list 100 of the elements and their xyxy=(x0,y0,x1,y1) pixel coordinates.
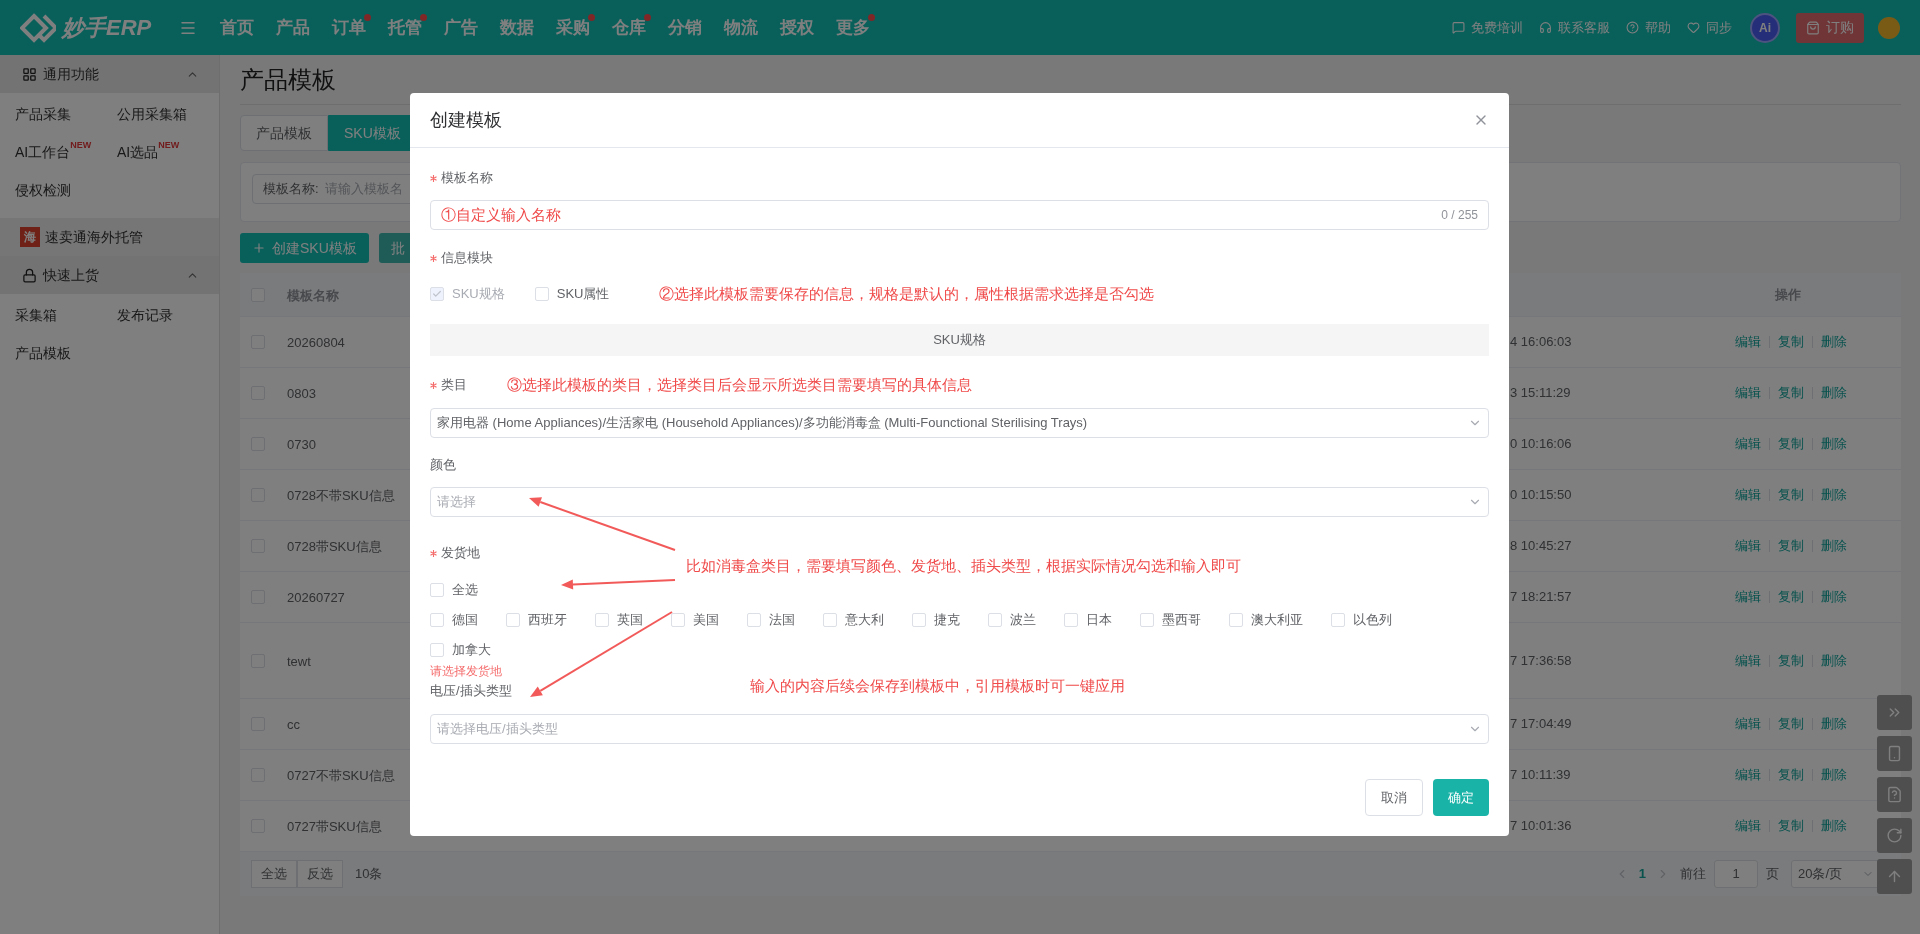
nav-item[interactable]: 分销 xyxy=(668,17,703,37)
nav-item[interactable]: 授权 xyxy=(780,17,815,37)
nav-item[interactable]: 产品 xyxy=(276,17,311,37)
sidebar-item[interactable]: 产品模板 xyxy=(15,342,71,364)
checkbox[interactable] xyxy=(430,643,444,657)
select-value: 家用电器 (Home Appliances)/生活家电 (Household Appliances)/多功能消毒盒 (Multi-Founctional Sterilising Trays) xyxy=(437,414,1088,433)
header-link[interactable]: 联系客服 xyxy=(1558,17,1610,38)
table-link[interactable]: 删除 xyxy=(1821,765,1847,785)
table-link[interactable]: 复制 xyxy=(1778,587,1804,607)
sidebar-section-header[interactable]: 快速上货 xyxy=(0,256,219,294)
side-tool-button[interactable] xyxy=(1877,859,1912,894)
header-link[interactable]: 免费培训 xyxy=(1471,17,1523,38)
table-link[interactable]: 复制 xyxy=(1778,485,1804,505)
nav-item[interactable]: 首页 xyxy=(220,17,255,37)
logo-icon xyxy=(20,12,56,43)
order-button[interactable]: 订购 xyxy=(1796,12,1864,43)
checkbox[interactable] xyxy=(747,613,761,627)
select-field[interactable]: 请选择 xyxy=(430,487,1489,517)
table-cell: 0727不带SKU信息 xyxy=(287,768,395,783)
checkbox[interactable] xyxy=(1140,613,1154,627)
checkbox[interactable] xyxy=(1229,613,1243,627)
checkbox[interactable] xyxy=(912,613,926,627)
nav-item[interactable]: 仓库 xyxy=(612,17,647,37)
template-name-input[interactable]: ①自定义输入名称 0 / 255 xyxy=(430,200,1489,230)
user-avatar[interactable] xyxy=(1878,16,1900,39)
table-link[interactable]: 复制 xyxy=(1778,434,1804,454)
checkbox[interactable] xyxy=(595,613,609,627)
sidebar-item[interactable]: AI工作台 xyxy=(15,141,71,163)
table-cell: 0727带SKU信息 xyxy=(287,819,382,834)
char-counter: 0 / 255 xyxy=(1441,207,1478,224)
checkbox[interactable] xyxy=(506,613,520,627)
side-tool-button[interactable] xyxy=(1877,736,1912,771)
help-icon xyxy=(1626,21,1639,34)
dialog-button[interactable]: 确定 xyxy=(1433,779,1489,816)
action-button[interactable]: 创建SKU模板 xyxy=(240,233,369,263)
sidebar-item[interactable]: 发布记录 xyxy=(117,304,173,326)
table-link[interactable]: 删除 xyxy=(1821,434,1847,454)
nav-item[interactable]: 订单 xyxy=(332,17,367,37)
table-link[interactable]: 删除 xyxy=(1821,485,1847,505)
footer-button[interactable]: 全选 xyxy=(251,860,297,888)
sidebar-item[interactable]: 侵权检测 xyxy=(15,179,71,201)
nav-item[interactable]: 采购 xyxy=(556,17,591,37)
table-link[interactable]: 删除 xyxy=(1821,587,1847,607)
checkbox[interactable] xyxy=(823,613,837,627)
table-link[interactable]: 编辑 xyxy=(1735,383,1761,403)
table-link[interactable]: 复制 xyxy=(1778,714,1804,734)
nav-item[interactable]: 广告 xyxy=(444,17,479,37)
sidebar-item[interactable]: 公用采集箱 xyxy=(117,103,187,125)
table-cell-text: 0 10:16:06 xyxy=(1510,435,1573,454)
header-link[interactable]: 同步 xyxy=(1706,17,1732,38)
table-link[interactable]: 复制 xyxy=(1778,332,1804,352)
checkbox[interactable] xyxy=(430,583,444,597)
table-link[interactable]: 复制 xyxy=(1778,816,1804,836)
select-field[interactable]: 家用电器 (Home Appliances)/生活家电 (Household Appliances)/多功能消毒盒 (Multi-Founctional Sterilising Trays) xyxy=(430,408,1489,438)
goto-input[interactable]: 1 xyxy=(1714,860,1758,888)
ai-badge[interactable]: Ai xyxy=(1750,12,1780,43)
table-link[interactable]: 删除 xyxy=(1821,332,1847,352)
table-link[interactable]: 删除 xyxy=(1821,536,1847,556)
table-link[interactable]: 删除 xyxy=(1821,714,1847,734)
checkbox[interactable] xyxy=(1064,613,1078,627)
checkbox[interactable] xyxy=(988,613,1002,627)
checkbox[interactable] xyxy=(430,613,444,627)
table-link[interactable]: 删除 xyxy=(1821,816,1847,836)
table-link[interactable]: 编辑 xyxy=(1735,765,1761,785)
table-link[interactable]: 编辑 xyxy=(1735,332,1761,352)
side-tool-button[interactable] xyxy=(1877,695,1912,730)
checkbox[interactable] xyxy=(534,287,549,301)
sidebar-item[interactable]: 产品采集 xyxy=(15,103,71,125)
header-link[interactable]: 帮助 xyxy=(1645,17,1671,38)
nav-item[interactable]: 托管 xyxy=(388,17,423,37)
table-link[interactable]: 复制 xyxy=(1778,765,1804,785)
nav-item[interactable]: 数据 xyxy=(500,17,535,37)
footer-button[interactable]: 反选 xyxy=(297,860,343,888)
table-link[interactable]: 删除 xyxy=(1821,650,1847,671)
table-link[interactable]: 复制 xyxy=(1778,383,1804,403)
table-link[interactable]: 复制 xyxy=(1778,536,1804,556)
tab[interactable]: 产品模板 xyxy=(240,115,328,151)
table-link[interactable]: 编辑 xyxy=(1735,587,1761,607)
checkbox[interactable] xyxy=(671,613,685,627)
table-link[interactable]: 复制 xyxy=(1778,650,1804,671)
table-link[interactable]: 编辑 xyxy=(1735,816,1761,836)
nav-item[interactable]: 更多 xyxy=(836,17,871,37)
side-tool-button[interactable] xyxy=(1877,818,1912,853)
nav-item[interactable]: 物流 xyxy=(724,17,759,37)
select-field[interactable]: 请选择电压/插头类型 xyxy=(430,714,1489,744)
table-link[interactable]: 编辑 xyxy=(1735,536,1761,556)
checkbox[interactable] xyxy=(1331,613,1345,627)
page-number[interactable]: 1 xyxy=(1638,864,1646,884)
sidebar-item[interactable]: AI选品 xyxy=(117,141,159,163)
field-label: 类目 xyxy=(441,376,467,395)
table-link[interactable]: 编辑 xyxy=(1735,714,1761,734)
table-link[interactable]: 编辑 xyxy=(1735,485,1761,505)
side-tool-button[interactable] xyxy=(1877,777,1912,812)
table-link[interactable]: 编辑 xyxy=(1735,434,1761,454)
sidebar-item[interactable]: 采集箱 xyxy=(15,304,57,326)
sidebar-section-header[interactable]: 通用功能 xyxy=(0,55,219,93)
dialog-button[interactable]: 取消 xyxy=(1365,779,1423,816)
table-link[interactable]: 删除 xyxy=(1821,383,1847,403)
table-link[interactable]: 编辑 xyxy=(1735,650,1761,671)
sidebar-highlight-item[interactable]: 海 速卖通海外托管 xyxy=(0,218,219,256)
